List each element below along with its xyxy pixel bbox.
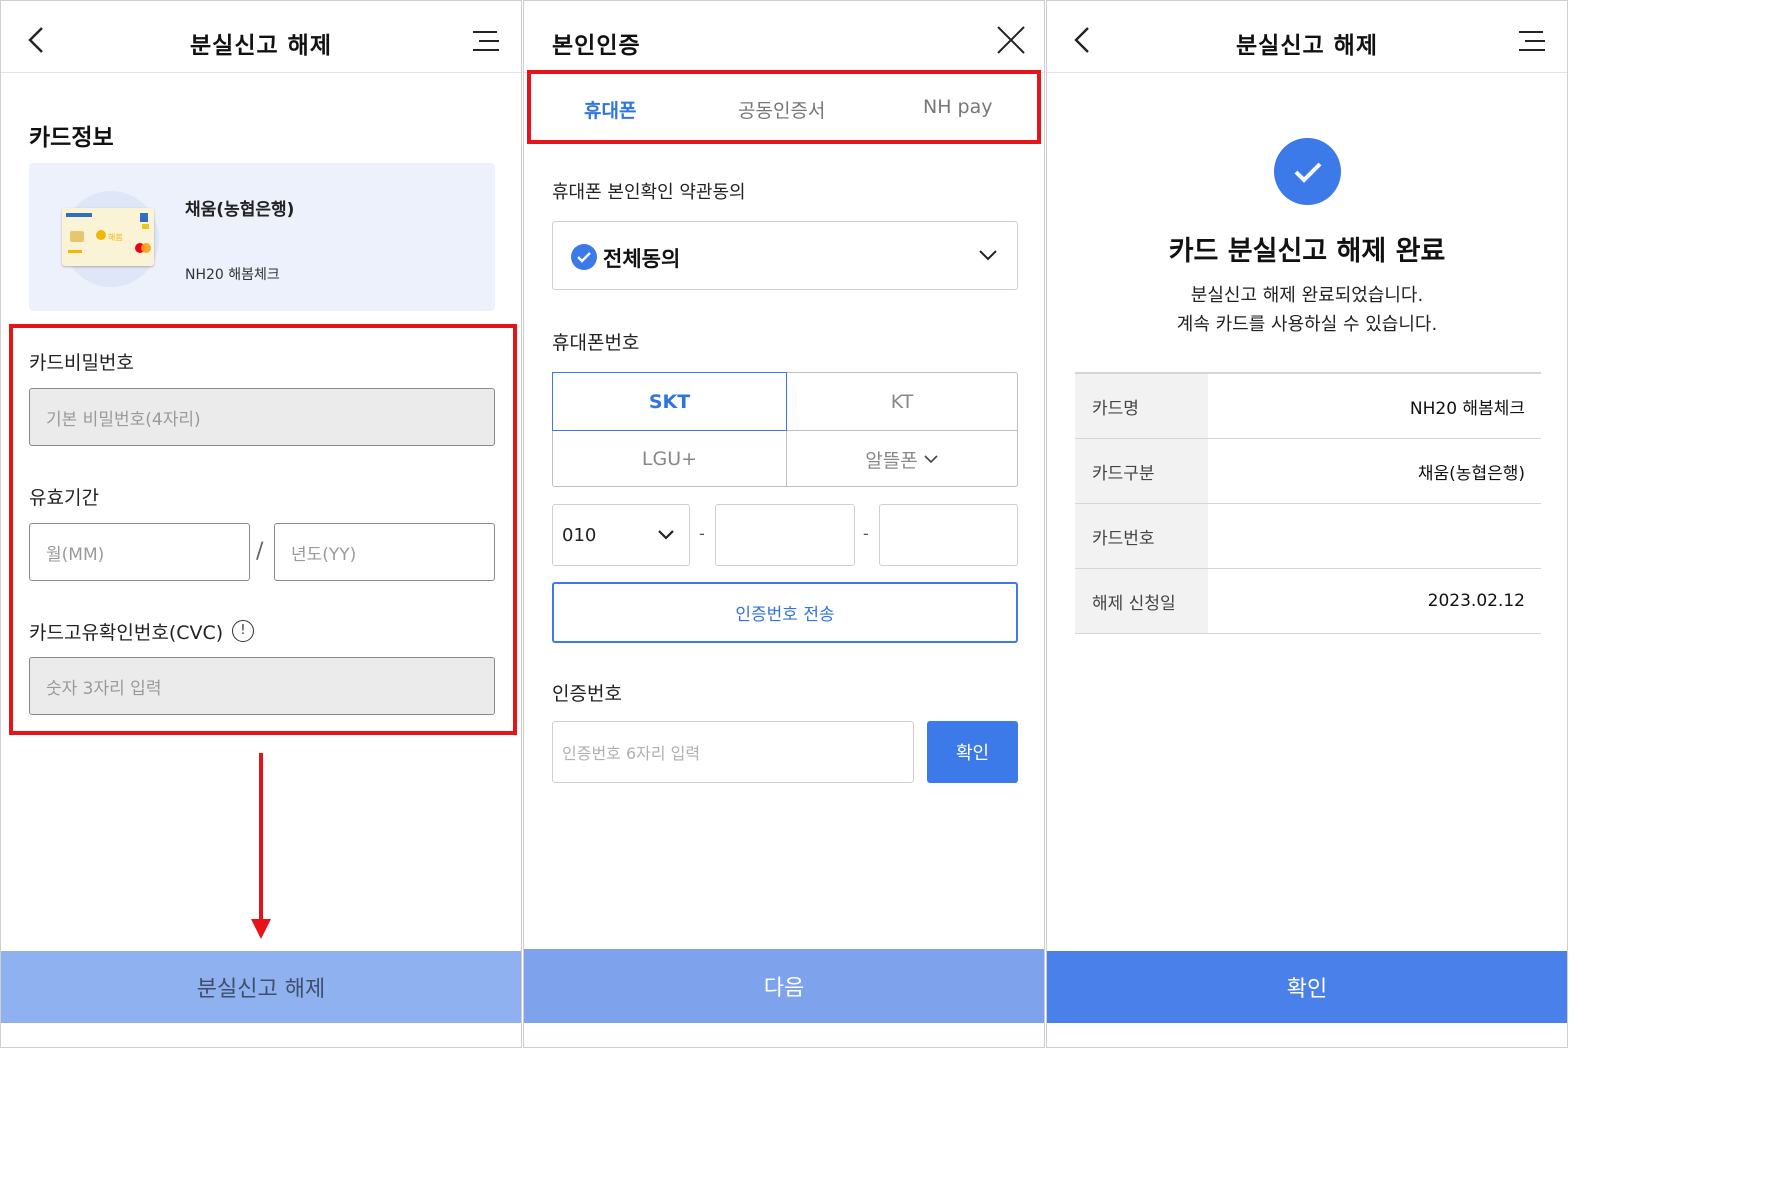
table-row: 해제 신청일 2023.02.12 — [1075, 569, 1541, 634]
header: 분실신고 해제 — [1047, 1, 1567, 73]
page-title: 분실신고 해제 — [190, 33, 332, 59]
row-key: 카드번호 — [1075, 504, 1208, 568]
carrier-mvno-label: 알뜰폰 — [865, 449, 918, 472]
screen-completion: 분실신고 해제 카드 분실신고 해제 완료 분실신고 해제 완료되었습니다. 계… — [1046, 0, 1568, 1048]
code-confirm-button[interactable]: 확인 — [927, 721, 1018, 783]
phone-middle-input[interactable] — [715, 504, 855, 566]
carrier-selector: SKT KT LGU+ 알뜰폰 — [552, 372, 1018, 487]
completion-title: 카드 분실신고 해제 완료 — [1168, 236, 1446, 267]
screen-card-info: 분실신고 해제 카드정보 해봄 채움(농협은행) NH20 해봄체크 카드비밀번… — [0, 0, 522, 1048]
cvc-label: 카드고유확인번호(CVC) — [29, 622, 224, 644]
menu-icon[interactable] — [1517, 29, 1547, 53]
table-row: 카드번호 — [1075, 504, 1541, 569]
page-title: 분실신고 해제 — [1236, 33, 1378, 59]
carrier-kt[interactable]: KT — [787, 373, 1017, 430]
release-info-table: 카드명 NH20 해봄체크 카드구분 채움(농협은행) 카드번호 해제 신청일 … — [1075, 372, 1541, 634]
phone-prefix-value: 010 — [562, 524, 597, 546]
row-key: 카드구분 — [1075, 439, 1208, 503]
carrier-lgu[interactable]: LGU+ — [553, 431, 786, 487]
table-row: 카드명 NH20 해봄체크 — [1075, 374, 1541, 439]
pin-input[interactable]: 기본 비밀번호(4자리) — [29, 388, 495, 446]
agree-all-dropdown[interactable]: 전체동의 — [552, 221, 1018, 290]
row-key: 해제 신청일 — [1075, 569, 1208, 633]
tab-phone[interactable]: 휴대폰 — [584, 96, 636, 123]
agree-all-label: 전체동의 — [603, 247, 681, 271]
menu-icon[interactable] — [471, 29, 501, 53]
card-info-title: 카드정보 — [29, 125, 114, 151]
expiry-separator: / — [256, 539, 264, 564]
expiry-year-input[interactable]: 년도(YY) — [274, 523, 495, 581]
phone-dash: - — [699, 524, 705, 543]
card-summary: 해봄 채움(농협은행) NH20 해봄체크 — [29, 163, 495, 311]
phone-label: 휴대폰번호 — [552, 332, 640, 354]
check-icon — [1274, 138, 1341, 205]
phone-last-input[interactable] — [879, 504, 1018, 566]
chevron-down-icon — [979, 250, 997, 261]
release-loss-button[interactable]: 분실신고 해제 — [1, 951, 521, 1023]
completion-message-line1: 분실신고 해제 완료되었습니다. — [1190, 285, 1424, 306]
row-value: 채움(농협은행) — [1417, 463, 1525, 484]
pin-label: 카드비밀번호 — [29, 352, 134, 374]
next-button[interactable]: 다음 — [524, 949, 1044, 1023]
chevron-down-icon — [658, 530, 674, 540]
carrier-skt[interactable]: SKT — [552, 372, 787, 431]
tab-nh-pay[interactable]: NH pay — [923, 96, 993, 118]
table-row: 카드구분 채움(농협은행) — [1075, 439, 1541, 504]
guide-arrow-head — [251, 919, 271, 939]
check-icon — [571, 244, 597, 270]
close-icon[interactable] — [996, 25, 1026, 55]
header: 분실신고 해제 — [1, 1, 521, 73]
card-name: 채움(농협은행) — [185, 200, 295, 220]
guide-arrow — [259, 753, 263, 923]
phone-prefix-select[interactable]: 010 — [552, 504, 690, 566]
confirm-button[interactable]: 확인 — [1047, 951, 1567, 1023]
code-input[interactable]: 인증번호 6자리 입력 — [552, 721, 914, 783]
card-image: 해봄 — [62, 208, 154, 266]
terms-label: 휴대폰 본인확인 약관동의 — [552, 182, 746, 203]
info-icon[interactable]: ! — [232, 620, 254, 642]
row-key: 카드명 — [1075, 374, 1208, 438]
carrier-mvno[interactable]: 알뜰폰 — [787, 431, 1017, 487]
expiry-label: 유효기간 — [29, 487, 99, 509]
card-product: NH20 해봄체크 — [185, 267, 280, 283]
chevron-down-icon — [924, 455, 938, 464]
phone-dash: - — [863, 524, 869, 543]
code-label: 인증번호 — [552, 683, 622, 705]
expiry-month-input[interactable]: 월(MM) — [29, 523, 250, 581]
tab-certificate[interactable]: 공동인증서 — [738, 96, 825, 123]
cvc-input[interactable]: 숫자 3자리 입력 — [29, 657, 495, 715]
screen-identity-verification: 본인인증 휴대폰 공동인증서 NH pay 휴대폰 본인확인 약관동의 전체동의… — [523, 0, 1045, 1048]
completion-message-line2: 계속 카드를 사용하실 수 있습니다. — [1176, 314, 1438, 335]
header: 본인인증 — [524, 1, 1044, 73]
send-code-button[interactable]: 인증번호 전송 — [552, 582, 1018, 643]
row-value: 2023.02.12 — [1427, 591, 1525, 611]
page-title: 본인인증 — [552, 33, 641, 59]
row-value: NH20 해봄체크 — [1409, 398, 1525, 419]
svg-text:해봄: 해봄 — [108, 232, 123, 242]
